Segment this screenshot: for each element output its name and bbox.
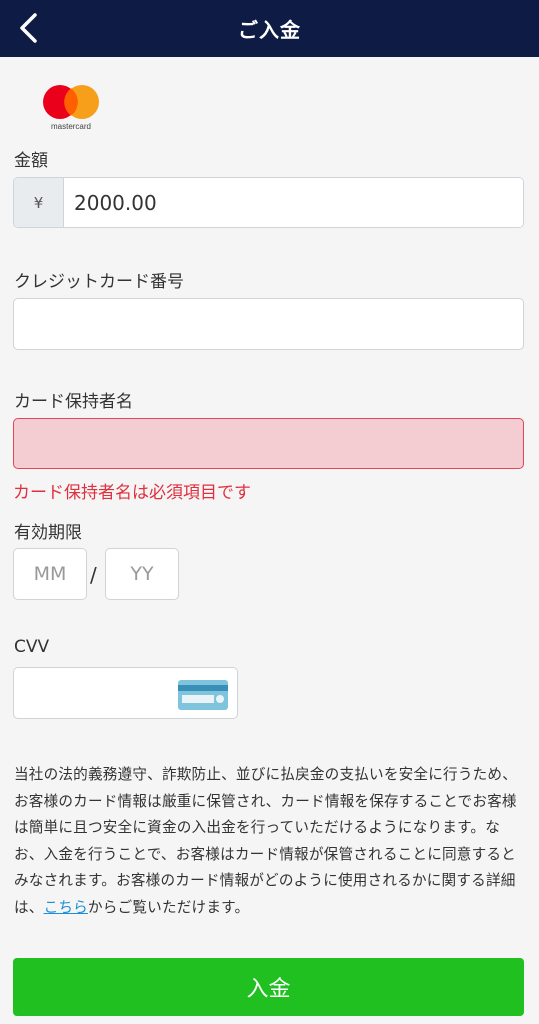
- expiry-year-input[interactable]: [105, 548, 179, 600]
- card-number-label: クレジットカード番号: [14, 272, 184, 292]
- notice-text: 当社の法的義務遵守、詐欺防止、並びに払戻金の支払いを安全に行うため、お客様のカー…: [14, 766, 517, 916]
- expiry-month-input[interactable]: [13, 548, 87, 600]
- chevron-left-icon: [20, 13, 37, 43]
- currency-symbol: ¥: [14, 178, 64, 227]
- notice-details-link[interactable]: こちら: [44, 899, 88, 916]
- mastercard-logo: mastercard: [40, 84, 102, 134]
- expiry-separator: /: [90, 563, 97, 587]
- deposit-submit-button[interactable]: 入金: [13, 958, 524, 1016]
- card-holder-input[interactable]: [13, 418, 524, 469]
- card-holder-error: カード保持者名は必須項目です: [13, 483, 251, 503]
- page-title: ご入金: [238, 18, 301, 42]
- card-holder-label: カード保持者名: [14, 392, 133, 412]
- card-number-input[interactable]: [13, 298, 524, 350]
- header-bar: ご入金: [0, 0, 539, 57]
- mastercard-wordmark: mastercard: [50, 122, 91, 131]
- back-button[interactable]: [8, 8, 48, 48]
- notice-suffix: からご覧いただけます。: [87, 898, 250, 916]
- card-storage-notice: 当社の法的義務遵守、詐欺防止、並びに払戻金の支払いを安全に行うため、お客様のカー…: [14, 762, 524, 921]
- amount-input[interactable]: [64, 178, 523, 227]
- card-back-icon: [178, 680, 228, 710]
- amount-label: 金額: [14, 151, 48, 171]
- expiry-label: 有効期限: [14, 523, 82, 543]
- amount-input-group: ¥: [13, 177, 524, 228]
- cvv-label: CVV: [14, 637, 50, 657]
